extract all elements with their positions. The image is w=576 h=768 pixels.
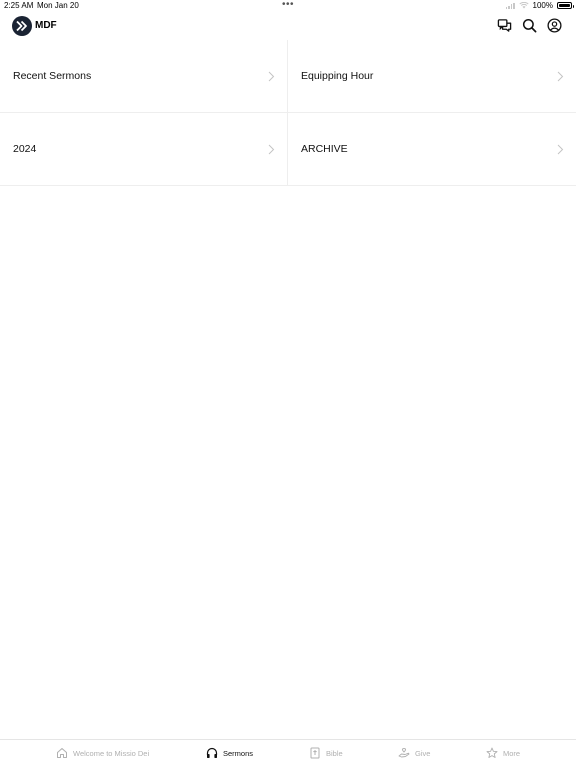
logo-icon[interactable] — [12, 16, 32, 36]
chevron-right-icon — [268, 71, 275, 81]
sermon-category-grid: Recent Sermons Equipping Hour 2024 ARCHI… — [0, 40, 576, 186]
search-icon[interactable] — [522, 18, 537, 33]
chevron-right-icon — [268, 144, 275, 154]
cellular-signal-icon — [505, 2, 515, 9]
give-icon — [398, 748, 410, 758]
wifi-icon — [518, 2, 529, 9]
battery-percent: 100% — [532, 1, 553, 10]
menu-item-label: Equipping Hour — [301, 70, 374, 82]
chat-icon[interactable] — [497, 18, 512, 33]
bible-icon — [310, 747, 320, 759]
menu-item-label: ARCHIVE — [301, 143, 348, 155]
profile-icon[interactable] — [547, 18, 562, 33]
status-bar: 2:25 AM Mon Jan 20 ••• 100% — [0, 0, 576, 12]
battery-icon — [557, 2, 574, 9]
home-icon — [57, 748, 67, 758]
tab-bible[interactable]: Bible — [309, 747, 343, 759]
app-title: MDF — [35, 20, 57, 31]
headphones-icon — [206, 747, 218, 758]
tab-label: Bible — [326, 748, 343, 758]
bottom-tab-bar: Welcome to Missio Dei Sermons Bible Give… — [0, 739, 576, 768]
tab-label: Sermons — [223, 748, 254, 758]
header-actions — [497, 18, 562, 33]
chevron-right-icon — [557, 144, 564, 154]
tab-label: Give — [415, 748, 431, 758]
star-icon — [486, 747, 498, 758]
status-right: 100% — [505, 1, 574, 10]
status-time: 2:25 AM — [4, 1, 34, 10]
tab-give[interactable]: Give — [398, 747, 430, 759]
tab-label: Welcome to Missio Dei — [73, 748, 150, 758]
tab-label: More — [503, 748, 521, 758]
menu-item-label: Recent Sermons — [13, 70, 92, 82]
status-date: Mon Jan 20 — [37, 1, 79, 10]
tab-more[interactable]: More — [486, 747, 520, 759]
menu-item-recent-sermons[interactable]: Recent Sermons — [0, 40, 288, 113]
chevron-right-icon — [557, 71, 564, 81]
app-header: MDF — [0, 12, 576, 40]
app-root: 2:25 AM Mon Jan 20 ••• 100% MDF Recent S… — [0, 0, 576, 768]
tab-welcome[interactable]: Welcome to Missio Dei — [56, 747, 149, 759]
tab-sermons[interactable]: Sermons — [206, 747, 253, 759]
menu-item-equipping-hour[interactable]: Equipping Hour — [288, 40, 576, 113]
menu-item-archive[interactable]: ARCHIVE — [288, 113, 576, 186]
menu-item-label: 2024 — [13, 143, 37, 155]
menu-item-2024[interactable]: 2024 — [0, 113, 288, 186]
multitasking-dots[interactable]: ••• — [282, 0, 294, 10]
